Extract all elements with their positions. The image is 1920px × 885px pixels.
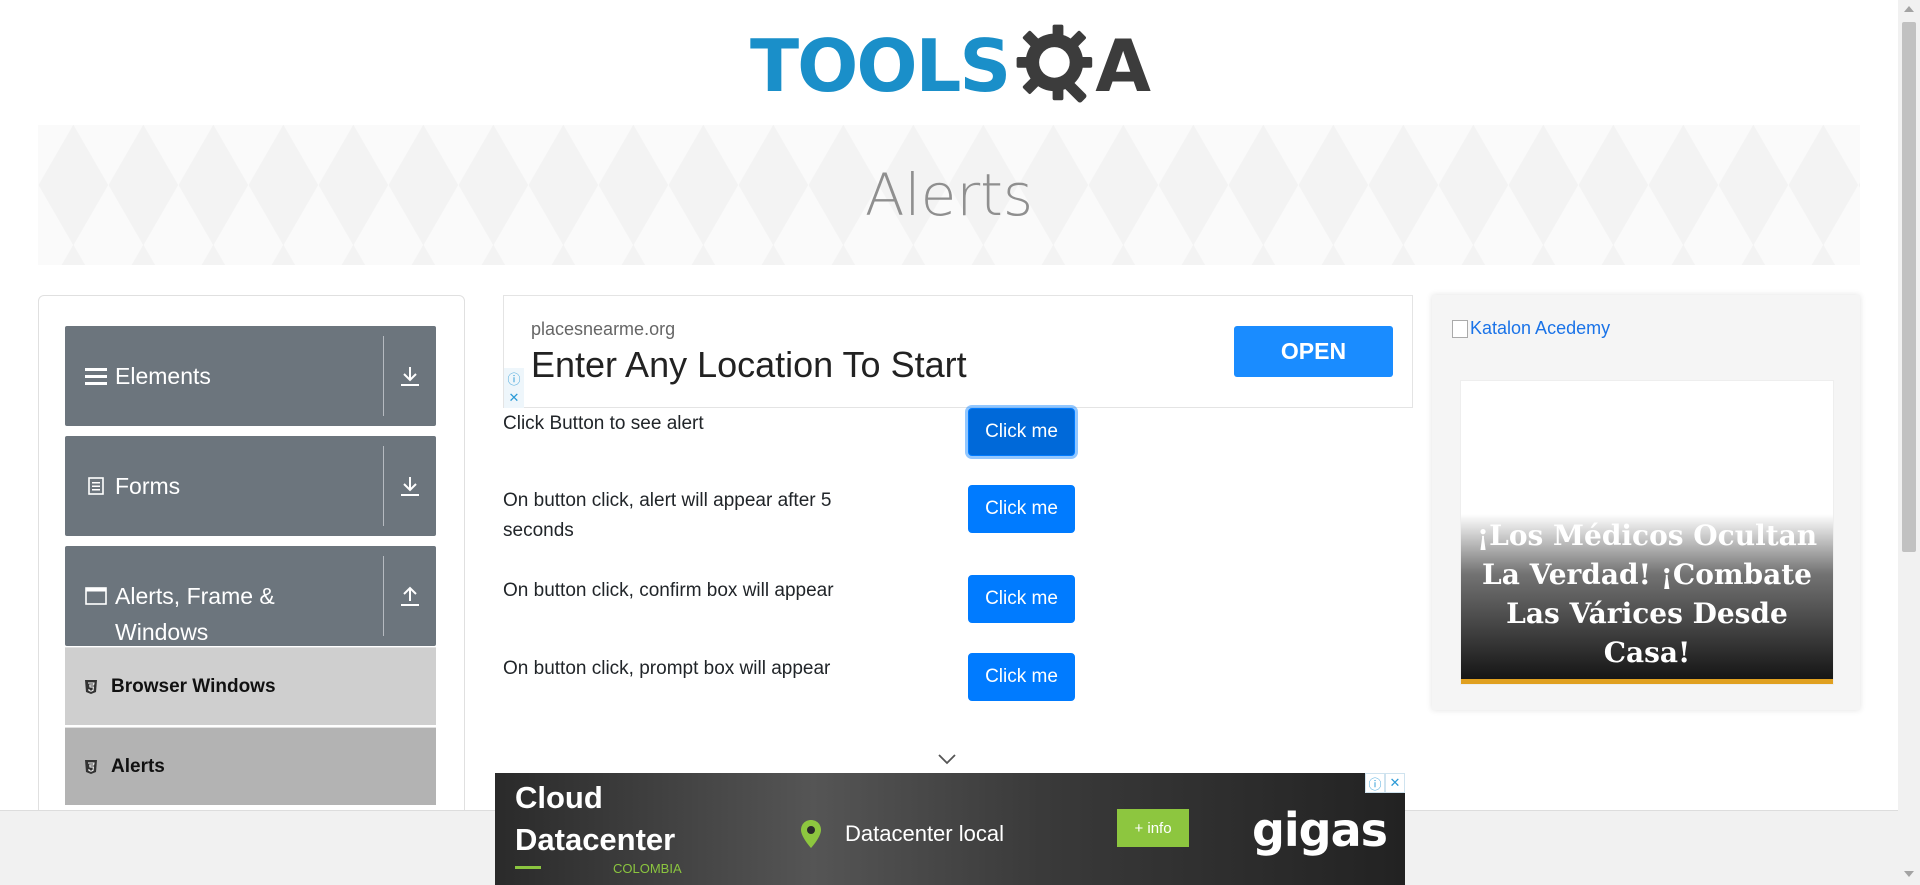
hamburger-icon: [85, 358, 107, 394]
divider: [383, 556, 384, 636]
divider: [383, 336, 384, 416]
scroll-thumb[interactable]: [1902, 22, 1916, 552]
ad-title-line1: Cloud: [515, 780, 603, 815]
prompt-button[interactable]: Click me: [968, 653, 1075, 701]
sidebar-group-forms[interactable]: Forms: [65, 436, 436, 536]
chevron-down-icon[interactable]: [937, 752, 957, 766]
ad-banner-top[interactable]: placesnearme.org Enter Any Location To S…: [503, 295, 1413, 408]
sidebar-item-label: Alerts: [111, 755, 165, 777]
ad-close-icon[interactable]: ✕: [504, 388, 524, 408]
page-title: Alerts: [864, 161, 1034, 229]
ad-close-icon[interactable]: ✕: [1385, 773, 1405, 793]
adchoices-info-icon[interactable]: ⓘ: [504, 368, 524, 388]
gear-magnifier-icon: [1016, 24, 1093, 103]
scroll-up-arrow-icon[interactable]: [1904, 6, 1914, 12]
sidebar-group-label: Elements: [115, 363, 211, 389]
alert-button[interactable]: Click me: [968, 408, 1075, 456]
toolsqa-logo[interactable]: TOOLS A: [750, 18, 1151, 113]
ad-title-line2: Datacenter: [515, 822, 676, 857]
divider: [383, 446, 384, 526]
ad-domain: placesnearme.org: [531, 319, 676, 339]
ad-country: COLOMBIA: [613, 861, 682, 876]
ad-sidebar-right[interactable]: Katalon Acedemy ¡Los Médicos Ocultan La …: [1432, 295, 1860, 710]
document-icon: [85, 468, 107, 504]
adchoices-info-icon[interactable]: ⓘ: [1365, 773, 1385, 793]
page-scrollbar[interactable]: [1898, 0, 1920, 885]
confirm-button[interactable]: Click me: [968, 575, 1075, 623]
expand-arrow-icon[interactable]: [392, 326, 428, 426]
sidebar-group-alerts-frame-windows[interactable]: Alerts, Frame & Windows: [65, 546, 436, 646]
sidebar-item-label: Browser Windows: [111, 675, 276, 697]
html5-icon: [83, 679, 99, 695]
ad-open-button[interactable]: OPEN: [1234, 326, 1393, 377]
sidebar-group-elements[interactable]: Elements: [65, 326, 436, 426]
collapse-arrow-icon[interactable]: [392, 546, 428, 646]
sidebar-group-label-line2: Windows: [115, 619, 209, 645]
scroll-down-arrow-icon[interactable]: [1904, 871, 1914, 877]
logo-text: TOOLS: [750, 23, 1011, 108]
logo-qa: A: [1013, 21, 1151, 111]
promo-text: ¡Los Médicos Ocultan La Verdad! ¡Combate…: [1476, 519, 1818, 669]
window-icon: [85, 578, 107, 614]
sidebar-item-alerts[interactable]: Alerts: [65, 727, 436, 805]
page-banner: Alerts: [38, 125, 1860, 265]
ad-info-button[interactable]: + info: [1117, 809, 1189, 847]
alert-label: Click Button to see alert: [503, 413, 704, 434]
page: TOOLS A Alerts Elements Forms Alerts, Fr…: [0, 0, 1920, 885]
gigas-logo: gigas: [1251, 803, 1388, 857]
ad-banner-bottom[interactable]: Cloud Datacenter COLOMBIA Datacenter loc…: [495, 773, 1405, 885]
prompt-label: On button click, prompt box will appear: [503, 658, 831, 679]
timer-alert-label-line2: seconds: [503, 520, 574, 541]
promo-accent-bar: [1461, 679, 1833, 684]
broken-image-icon: [1452, 319, 1468, 338]
sidebar-group-label: Alerts, Frame &: [115, 583, 275, 609]
katalon-link-text: Katalon Acedemy: [1470, 318, 1611, 338]
timer-alert-label: On button click, alert will appear after…: [503, 490, 832, 511]
location-pin-icon: [801, 820, 821, 848]
ad-promo-image[interactable]: ¡Los Médicos Ocultan La Verdad! ¡Combate…: [1460, 380, 1834, 685]
ad-location-text: Datacenter local: [845, 821, 1004, 846]
accent-line: [515, 866, 541, 869]
sidebar-item-browser-windows[interactable]: Browser Windows: [65, 647, 436, 725]
sidebar-group-label: Forms: [115, 473, 181, 499]
sidebar: Elements Forms Alerts, Frame & Windows B…: [38, 295, 465, 885]
expand-arrow-icon[interactable]: [392, 436, 428, 536]
ad-headline: Enter Any Location To Start: [531, 344, 967, 385]
logo-a: A: [1095, 23, 1151, 108]
katalon-academy-link[interactable]: Katalon Acedemy: [1452, 318, 1610, 339]
timer-alert-button[interactable]: Click me: [968, 485, 1075, 533]
html5-icon: [83, 759, 99, 775]
ad-controls: ⓘ ✕: [1365, 773, 1405, 793]
confirm-label: On button click, confirm box will appear: [503, 580, 834, 601]
